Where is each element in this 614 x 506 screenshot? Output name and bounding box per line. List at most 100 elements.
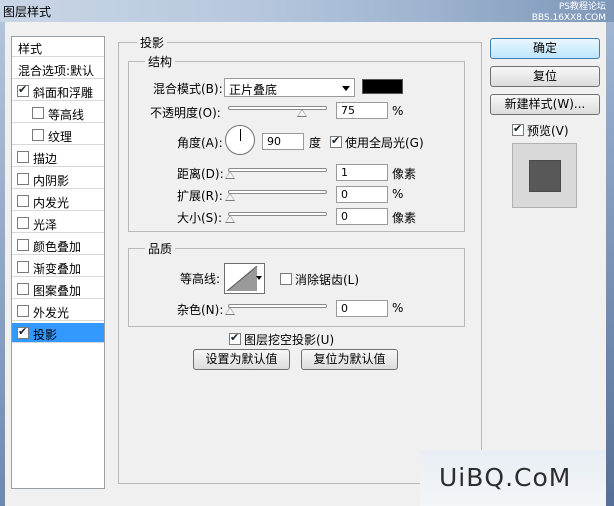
ok-button[interactable]: 确定 — [490, 38, 600, 59]
style-item-satin[interactable]: 光泽 — [12, 213, 104, 233]
stroke-label: 描边 — [33, 152, 58, 166]
angle-label: 角度(A): — [177, 136, 223, 150]
stroke-checkbox[interactable] — [17, 151, 29, 163]
style-list-header[interactable]: 样式 — [12, 37, 104, 57]
inner-glow-label: 内发光 — [33, 196, 70, 210]
panel-title: 投影 — [137, 34, 168, 51]
contour-label: 等高线: — [180, 272, 221, 286]
size-value: 0 — [341, 210, 348, 223]
noise-unit: % — [392, 301, 404, 315]
style-list-header-label: 样式 — [18, 42, 43, 56]
opacity-input[interactable]: 75 — [336, 102, 388, 119]
texture-label: 纹理 — [48, 130, 73, 144]
distance-label: 距离(D): — [177, 167, 224, 181]
angle-input[interactable]: 90 — [262, 133, 304, 150]
size-slider-thumb[interactable] — [225, 215, 235, 223]
new-style-button[interactable]: 新建样式(W)... — [490, 94, 600, 115]
contour-picker[interactable] — [224, 263, 265, 294]
pattern-overlay-label: 图案叠加 — [33, 284, 82, 298]
preview-thumbnail — [512, 143, 577, 208]
style-item-texture[interactable]: 纹理 — [12, 125, 104, 145]
bevel-emboss-checkbox[interactable] — [17, 83, 29, 97]
noise-label: 杂色(N): — [177, 303, 224, 317]
satin-checkbox[interactable] — [17, 217, 29, 229]
blend-mode-select[interactable]: 正片叠底 — [224, 78, 355, 97]
style-item-gradient-overlay[interactable]: 渐变叠加 — [12, 257, 104, 277]
structure-legend: 结构 — [145, 53, 176, 70]
angle-needle — [240, 129, 241, 141]
watermark-line-1: PS教程论坛 — [558, 2, 606, 12]
outer-glow-checkbox[interactable] — [17, 305, 29, 317]
style-item-outer-glow[interactable]: 外发光 — [12, 301, 104, 321]
style-item-contour[interactable]: 等高线 — [12, 103, 104, 123]
opacity-value: 75 — [341, 104, 355, 117]
style-list-blend-options[interactable]: 混合选项:默认 — [12, 59, 104, 79]
drop-shadow-checkbox[interactable] — [17, 325, 29, 339]
distance-slider-track[interactable] — [228, 168, 327, 172]
brand-watermark: UiBQ.CoM — [439, 463, 572, 492]
title-bar[interactable]: 图层样式 PS教程论坛 BBS.16XX8.COM — [0, 0, 614, 24]
reset-button[interactable]: 复位 — [490, 66, 600, 87]
satin-label: 光泽 — [33, 218, 58, 232]
knockout-label: 图层挖空投影(U) — [244, 333, 335, 347]
style-item-stroke[interactable]: 描边 — [12, 147, 104, 167]
noise-slider-track[interactable] — [228, 304, 327, 308]
layer-style-dialog: 图层样式 PS教程论坛 BBS.16XX8.COM 样式 混合选项:默认 斜面和… — [0, 0, 614, 506]
color-overlay-label: 颜色叠加 — [33, 240, 82, 254]
spread-value: 0 — [341, 188, 348, 201]
style-item-color-overlay[interactable]: 颜色叠加 — [12, 235, 104, 255]
inner-glow-checkbox[interactable] — [17, 195, 29, 207]
spread-input[interactable]: 0 — [336, 186, 388, 203]
noise-input[interactable]: 0 — [336, 300, 388, 317]
gradient-overlay-checkbox[interactable] — [17, 261, 29, 273]
contour-curve-icon — [227, 266, 257, 291]
size-slider-track[interactable] — [228, 212, 327, 216]
opacity-label: 不透明度(O): — [150, 106, 221, 120]
window-title: 图层样式 — [3, 5, 52, 19]
angle-dial[interactable] — [225, 125, 255, 155]
pattern-overlay-checkbox[interactable] — [17, 283, 29, 295]
contour-checkbox[interactable] — [32, 107, 44, 119]
style-item-pattern-overlay[interactable]: 图案叠加 — [12, 279, 104, 299]
opacity-unit: % — [392, 104, 404, 118]
inner-shadow-label: 内阴影 — [33, 174, 70, 188]
blend-mode-label: 混合模式(B): — [153, 82, 223, 96]
style-item-inner-glow[interactable]: 内发光 — [12, 191, 104, 211]
spread-slider-track[interactable] — [228, 190, 327, 194]
gradient-overlay-label: 渐变叠加 — [33, 262, 82, 276]
distance-slider-thumb[interactable] — [225, 171, 235, 179]
texture-checkbox[interactable] — [32, 129, 44, 141]
noise-slider-thumb[interactable] — [225, 307, 235, 315]
opacity-slider-track[interactable] — [228, 106, 327, 110]
size-label: 大小(S): — [177, 211, 223, 225]
inner-shadow-checkbox[interactable] — [17, 173, 29, 185]
right-frame — [606, 22, 614, 506]
style-item-drop-shadow[interactable]: 投影 — [12, 323, 104, 343]
contour-label: 等高线 — [48, 108, 85, 122]
global-light-label: 使用全局光(G) — [345, 136, 424, 150]
blend-mode-value: 正片叠底 — [229, 83, 278, 97]
chevron-down-icon — [256, 276, 262, 280]
reset-default-button[interactable]: 复位为默认值 — [301, 349, 398, 370]
blend-options-label: 混合选项:默认 — [18, 64, 95, 78]
preview-square — [530, 161, 560, 191]
spread-slider-thumb[interactable] — [225, 193, 235, 201]
size-input[interactable]: 0 — [336, 208, 388, 225]
style-item-bevel-emboss[interactable]: 斜面和浮雕 — [12, 81, 104, 101]
color-overlay-checkbox[interactable] — [17, 239, 29, 251]
noise-value: 0 — [341, 302, 348, 315]
style-item-inner-shadow[interactable]: 内阴影 — [12, 169, 104, 189]
global-light-checkbox[interactable] — [330, 134, 342, 148]
distance-input[interactable]: 1 — [336, 164, 388, 181]
shadow-color-swatch[interactable] — [362, 79, 403, 94]
drop-shadow-label: 投影 — [33, 328, 58, 342]
bevel-emboss-label: 斜面和浮雕 — [33, 86, 94, 100]
opacity-slider-thumb[interactable] — [297, 109, 308, 117]
watermark-text: PS教程论坛 BBS.16XX8.COM — [532, 2, 606, 24]
make-default-button[interactable]: 设置为默认值 — [193, 349, 290, 370]
anti-alias-checkbox[interactable] — [280, 273, 292, 285]
style-list: 样式 混合选项:默认 斜面和浮雕 等高线 纹理 描边 内阴影 内发光 — [11, 36, 105, 489]
distance-value: 1 — [341, 166, 348, 179]
preview-checkbox[interactable] — [512, 122, 524, 136]
knockout-checkbox[interactable] — [229, 331, 241, 345]
